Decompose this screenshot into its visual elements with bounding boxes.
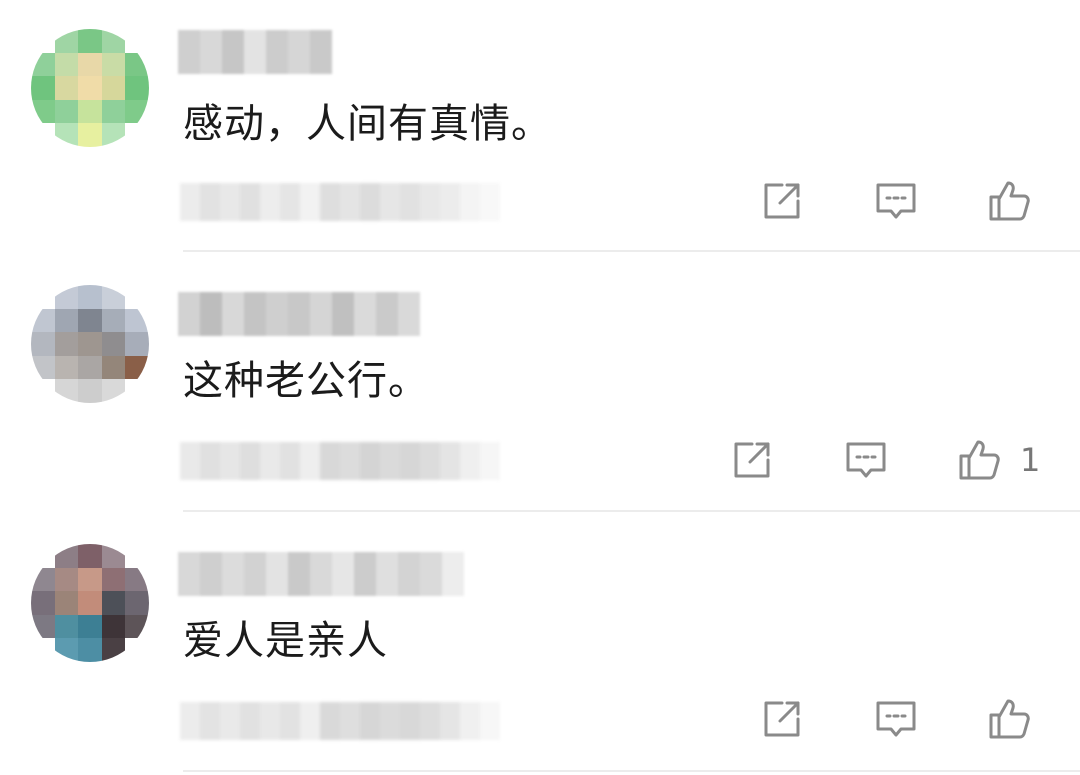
username-blurred[interactable] xyxy=(178,552,464,596)
like-button[interactable] xyxy=(986,696,1032,742)
comment-text: 爱人是亲人 xyxy=(183,618,388,664)
divider xyxy=(183,770,1080,772)
thumbs-up-icon xyxy=(989,699,1030,739)
timestamp-blurred xyxy=(180,702,500,740)
comment-item: 爱人是亲人 xyxy=(0,0,1080,775)
reply-button[interactable] xyxy=(873,696,919,742)
comment-icon xyxy=(876,701,916,737)
share-icon xyxy=(764,701,800,737)
share-button[interactable] xyxy=(759,696,805,742)
avatar[interactable] xyxy=(31,544,149,662)
